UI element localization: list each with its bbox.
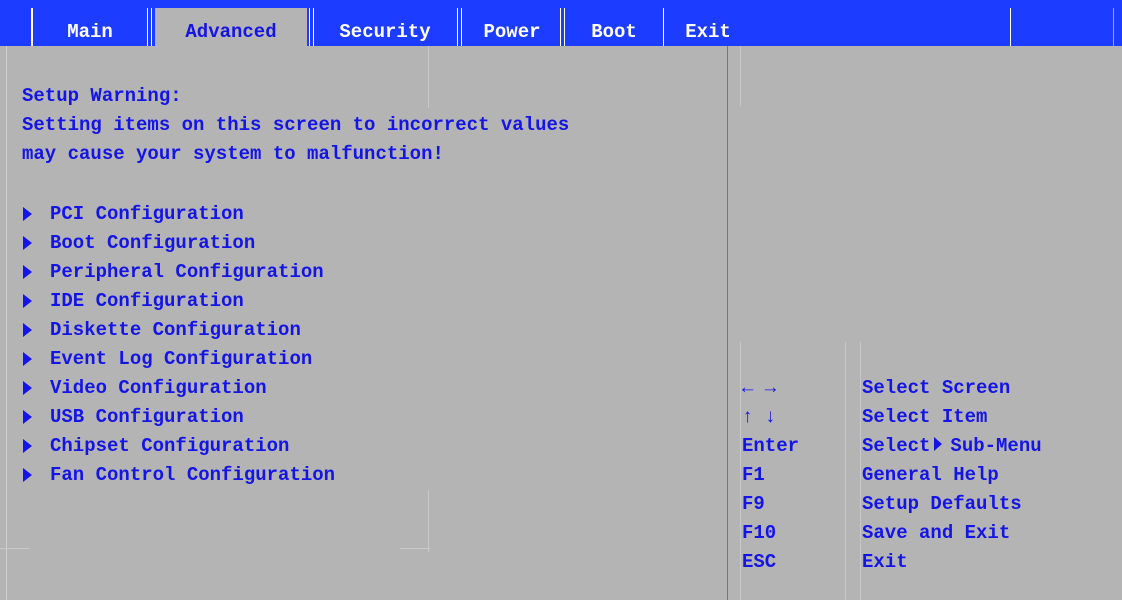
tab-advanced[interactable]: Advanced xyxy=(155,8,307,46)
tab-separator xyxy=(1010,8,1011,46)
menu-bar-right-edge xyxy=(1113,8,1114,46)
menu-item-chipset-configuration[interactable]: Chipset Configuration xyxy=(22,431,289,460)
submenu-arrow-icon xyxy=(934,437,943,452)
tab-main[interactable]: Main xyxy=(50,8,130,46)
help-desc-select-submenu: Select Sub-Menu xyxy=(862,435,1042,457)
menu-item-label: Fan Control Configuration xyxy=(50,463,336,486)
warning-title: Setup Warning: xyxy=(22,85,182,107)
tab-separator xyxy=(309,8,310,46)
menu-item-pci-configuration[interactable]: PCI Configuration xyxy=(22,199,244,228)
help-desc-save-and-exit: Save and Exit xyxy=(862,522,1011,544)
menu-item-fan-control-configuration[interactable]: Fan Control Configuration xyxy=(22,460,335,489)
menu-item-label: USB Configuration xyxy=(50,405,244,428)
menu-bar: Main Advanced Security Power Boot Exit xyxy=(0,0,1122,46)
menu-item-label: Peripheral Configuration xyxy=(50,260,324,283)
tab-boot[interactable]: Boot xyxy=(570,8,658,46)
help-desc-prefix: Select xyxy=(862,435,931,457)
tab-exit[interactable]: Exit xyxy=(668,8,748,46)
tab-power[interactable]: Power xyxy=(466,8,558,46)
menu-item-usb-configuration[interactable]: USB Configuration xyxy=(22,402,244,431)
menu-item-label: PCI Configuration xyxy=(50,202,244,225)
tab-separator xyxy=(560,8,561,46)
menu-item-label: Boot Configuration xyxy=(50,231,256,254)
submenu-arrow-icon xyxy=(23,409,32,424)
help-key-f1: F1 xyxy=(742,464,765,486)
help-key-f10: F10 xyxy=(742,522,777,544)
tab-separator xyxy=(663,8,664,46)
submenu-arrow-icon xyxy=(23,206,32,221)
help-key-left-right: ← → xyxy=(742,377,777,399)
menu-item-label: Chipset Configuration xyxy=(50,434,290,457)
warning-text-line-2: may cause your system to malfunction! xyxy=(22,143,444,165)
help-desc-suffix: Sub-Menu xyxy=(950,435,1042,457)
tab-separator xyxy=(564,8,565,46)
submenu-arrow-icon xyxy=(23,322,32,337)
menu-bar-left-edge xyxy=(31,8,33,46)
menu-item-label: Video Configuration xyxy=(50,376,267,399)
submenu-arrow-icon xyxy=(23,264,32,279)
help-key-f9: F9 xyxy=(742,493,765,515)
tab-separator xyxy=(147,8,148,46)
menu-item-ide-configuration[interactable]: IDE Configuration xyxy=(22,286,244,315)
help-desc-select-screen: Select Screen xyxy=(862,377,1011,399)
submenu-arrow-icon xyxy=(23,351,32,366)
submenu-arrow-icon xyxy=(23,293,32,308)
menu-item-peripheral-configuration[interactable]: Peripheral Configuration xyxy=(22,257,324,286)
help-key-up-down: ↑ ↓ xyxy=(742,406,777,428)
menu-item-label: IDE Configuration xyxy=(50,289,244,312)
help-desc-select-item: Select Item xyxy=(862,406,988,428)
menu-item-event-log-configuration[interactable]: Event Log Configuration xyxy=(22,344,312,373)
tab-separator xyxy=(313,8,314,46)
tab-separator xyxy=(457,8,458,46)
help-desc-general-help: General Help xyxy=(862,464,999,486)
menu-item-boot-configuration[interactable]: Boot Configuration xyxy=(22,228,255,257)
warning-text-line-1: Setting items on this screen to incorrec… xyxy=(22,114,570,136)
submenu-arrow-icon xyxy=(23,235,32,250)
menu-item-label: Diskette Configuration xyxy=(50,318,301,341)
tab-separator xyxy=(151,8,152,46)
menu-item-label: Event Log Configuration xyxy=(50,347,313,370)
help-pane xyxy=(728,46,1122,600)
tab-security[interactable]: Security xyxy=(318,8,452,46)
menu-item-video-configuration[interactable]: Video Configuration xyxy=(22,373,267,402)
help-desc-exit: Exit xyxy=(862,551,908,573)
help-key-enter: Enter xyxy=(742,435,800,457)
submenu-arrow-icon xyxy=(23,467,32,482)
tab-separator xyxy=(461,8,462,46)
menu-item-diskette-configuration[interactable]: Diskette Configuration xyxy=(22,315,301,344)
help-desc-setup-defaults: Setup Defaults xyxy=(862,493,1022,515)
submenu-arrow-icon xyxy=(23,380,32,395)
help-key-esc: ESC xyxy=(742,551,777,573)
submenu-arrow-icon xyxy=(23,438,32,453)
